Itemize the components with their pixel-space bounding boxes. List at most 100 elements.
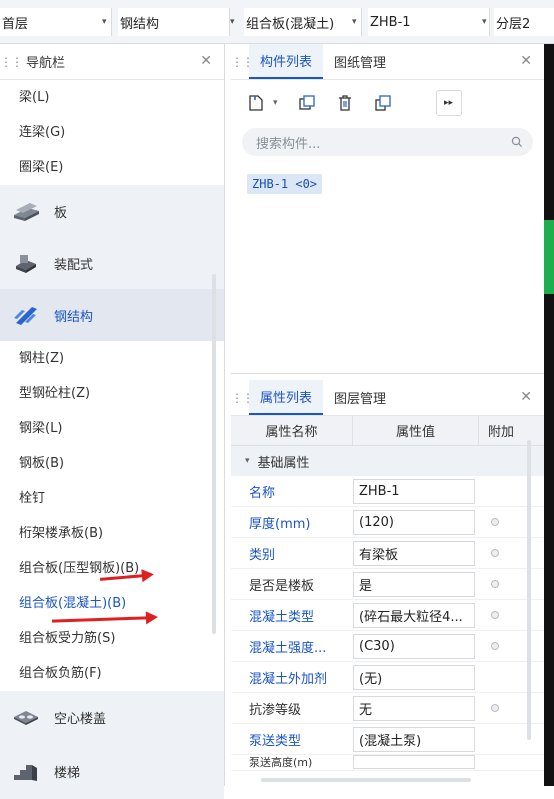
grip-icon[interactable]: ⋮⋮	[231, 391, 254, 405]
nav-category-steel-label: 钢结构	[54, 309, 94, 325]
nav-item-composite-neg-rebar[interactable]: 组合板负筋(F)	[0, 656, 224, 691]
extra-checkbox[interactable]	[491, 642, 499, 650]
layer-copy-icon[interactable]	[370, 90, 396, 116]
delete-icon[interactable]	[332, 90, 358, 116]
nav-title: 导航栏	[26, 56, 66, 71]
tab-component-list[interactable]: 构件列表	[249, 44, 324, 79]
nav-category-hollow-floor[interactable]: 空心楼盖	[0, 691, 224, 743]
nav-category-slab-label: 板	[54, 205, 68, 221]
property-value-field[interactable]: (混凝土泵)	[353, 726, 475, 752]
property-name: 抗渗等级	[249, 702, 302, 718]
extra-checkbox[interactable]	[491, 549, 499, 557]
component-type-dropdown[interactable]: 组合板(混凝土) ▾	[244, 8, 362, 36]
canvas-edge	[544, 44, 554, 786]
collapse-icon[interactable]: ▾	[245, 456, 250, 466]
property-value-field[interactable]: (C30)	[353, 633, 475, 659]
nav-item-composite-deck[interactable]: 组合板(压型钢板)(B)	[0, 551, 224, 586]
nav-item-composite-concrete[interactable]: 组合板(混凝土)(B)	[0, 586, 224, 621]
property-row: 类别 有梁板	[231, 538, 544, 569]
close-icon[interactable]: ✕	[200, 53, 212, 69]
extra-checkbox[interactable]	[491, 580, 499, 588]
floor-dropdown[interactable]: 首层 ▾	[0, 8, 112, 36]
property-row: 厚度(mm) (120)	[231, 507, 544, 538]
nav-item-stud[interactable]: 栓钉	[0, 481, 224, 516]
nav-item-beam[interactable]: 梁(L)	[0, 80, 224, 115]
component-panel-header: ⋮⋮ 构件列表 图纸管理 ✕	[231, 44, 544, 80]
grip-icon[interactable]: ⋮⋮	[231, 55, 254, 69]
property-group-basic[interactable]: ▾ 基础属性	[231, 446, 544, 476]
extra-checkbox[interactable]	[491, 518, 499, 526]
tab-drawing-management[interactable]: 图纸管理	[323, 44, 397, 79]
property-group-label: 基础属性	[257, 455, 310, 471]
nav-category-prefab-label: 装配式	[54, 257, 94, 273]
category-dropdown[interactable]: 钢结构 ▾	[118, 8, 235, 36]
chevron-down-icon: ▾	[482, 17, 487, 27]
nav-item-steel-column[interactable]: 钢柱(Z)	[0, 341, 224, 376]
component-value: ZHB-1	[370, 14, 411, 30]
property-panel: ⋮⋮ 属性列表 图层管理 ✕ 属性名称 属性值 附加 ▾ 基础属性 名称 ZHB…	[231, 380, 544, 786]
property-value-field[interactable]: 是	[353, 571, 475, 597]
component-search-input[interactable]: 搜索构件...	[242, 128, 533, 156]
property-row: 混凝土强度... (C30)	[231, 631, 544, 662]
nav-item-truss-deck[interactable]: 桁架楼承板(B)	[0, 516, 224, 551]
search-placeholder: 搜索构件...	[256, 136, 321, 152]
tab-property-list[interactable]: 属性列表	[249, 380, 324, 415]
chevron-down-icon: ▾	[230, 17, 235, 27]
property-name: 泵送类型	[249, 733, 302, 749]
property-value-field[interactable]: (120)	[353, 509, 475, 535]
steel-icon	[14, 307, 37, 325]
nav-category-prefab[interactable]: 装配式	[0, 237, 224, 289]
nav-item-steel-plate[interactable]: 钢板(B)	[0, 446, 224, 481]
component-list-panel: ⋮⋮ 构件列表 图纸管理 ✕ ▾ ▸▸ 搜索构件... ZHB-1 <0>	[231, 44, 544, 374]
nav-category-slab[interactable]: 板	[0, 185, 224, 237]
property-table-header: 属性名称 属性值 附加	[231, 416, 544, 446]
chevron-down-icon: ▾	[102, 17, 107, 27]
floor-value: 首层	[2, 16, 29, 32]
property-value-field[interactable]: (碎石最大粒径4...	[353, 602, 475, 628]
property-value-field[interactable]: 无	[353, 695, 475, 721]
extra-checkbox[interactable]	[491, 704, 499, 712]
nav-item-steel-beam[interactable]: 钢梁(L)	[0, 411, 224, 446]
nav-item-composite-rebar[interactable]: 组合板受力筋(S)	[0, 621, 224, 656]
nav-category-steel[interactable]: 钢结构	[0, 289, 224, 341]
close-icon[interactable]: ✕	[520, 53, 532, 69]
property-name: 类别	[249, 547, 276, 563]
property-value-field[interactable]: 有梁板	[353, 540, 475, 566]
component-toolbar: ▾ ▸▸	[231, 80, 544, 126]
slab-icon	[14, 203, 39, 221]
component-dropdown[interactable]: ZHB-1 ▾	[368, 8, 490, 36]
chevron-down-icon[interactable]: ▾	[273, 98, 278, 108]
nav-scrollbar[interactable]	[212, 274, 216, 634]
property-name: 泵送高度(m)	[249, 756, 313, 769]
property-row: 混凝土外加剂 (无)	[231, 662, 544, 693]
nav-category-hollow-floor-label: 空心楼盖	[54, 711, 107, 727]
column-header-name: 属性名称	[231, 416, 353, 445]
extra-checkbox[interactable]	[491, 611, 499, 619]
nav-category-stairs[interactable]: 楼梯	[0, 743, 224, 799]
property-name: 混凝土外加剂	[249, 671, 328, 687]
column-header-value: 属性值	[353, 416, 479, 445]
property-value-field[interactable]: ZHB-1	[353, 478, 475, 504]
property-value-field[interactable]: (无)	[353, 664, 475, 690]
layer-dropdown[interactable]: 分层2	[494, 8, 554, 36]
property-name: 混凝土强度...	[249, 640, 327, 656]
component-list-item[interactable]: ZHB-1 <0>	[247, 174, 323, 194]
grip-icon[interactable]: ⋮⋮	[0, 55, 23, 69]
property-scrollbar[interactable]	[527, 440, 531, 740]
tab-layer-management[interactable]: 图层管理	[323, 380, 397, 415]
chevron-down-icon: ▾	[352, 17, 357, 27]
stairs-icon	[14, 765, 37, 781]
copy-icon[interactable]	[294, 90, 320, 116]
layer-value: 分层2	[496, 16, 531, 32]
hollow-floor-icon	[14, 711, 38, 725]
property-horizontal-scrollbar[interactable]	[261, 778, 471, 782]
nav-item-src-column[interactable]: 型钢砼柱(Z)	[0, 376, 224, 411]
new-icon[interactable]	[243, 90, 269, 116]
more-icon[interactable]: ▸▸	[435, 90, 462, 116]
close-icon[interactable]: ✕	[520, 389, 532, 405]
category-value: 钢结构	[120, 16, 160, 32]
property-value-field[interactable]	[353, 755, 475, 769]
nav-item-ring-beam[interactable]: 圈梁(E)	[0, 150, 224, 185]
nav-item-coupling-beam[interactable]: 连梁(G)	[0, 115, 224, 150]
property-row: 泵送类型 (混凝土泵)	[231, 724, 544, 755]
